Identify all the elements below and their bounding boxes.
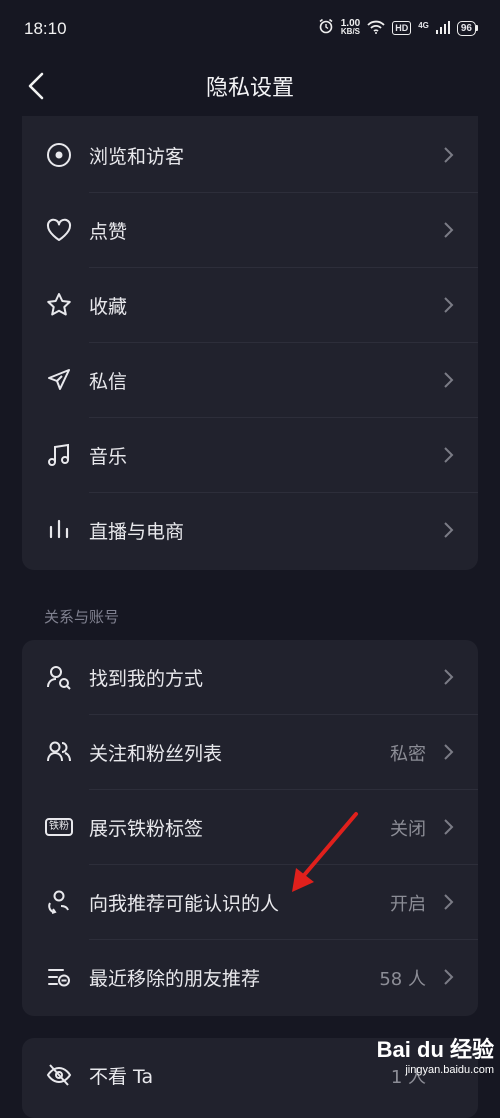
chevron-right-icon (444, 894, 454, 910)
row-label: 浏览和访客 (89, 146, 185, 168)
settings-row-likes[interactable]: 点赞 (22, 193, 478, 268)
send-icon (44, 365, 74, 395)
network-speed: 1.00 KB/S (340, 18, 361, 36)
chevron-right-icon (444, 819, 454, 835)
settings-row-messages[interactable]: 私信 (22, 343, 478, 418)
recommend-user-icon (44, 887, 74, 917)
status-icons: 1.00 KB/S HD 4G 96 (318, 18, 478, 38)
settings-row-find-me[interactable]: 找到我的方式 (22, 640, 478, 715)
settings-row-favorites[interactable]: 收藏 (22, 268, 478, 343)
find-user-icon (44, 662, 74, 692)
chevron-right-icon (444, 447, 454, 463)
row-value: 开启 (390, 894, 426, 915)
row-label: 向我推荐可能认识的人 (89, 893, 280, 915)
row-label: 点赞 (89, 221, 128, 243)
chevron-right-icon (444, 744, 454, 760)
wifi-icon (367, 19, 385, 38)
row-label: 私信 (89, 371, 128, 393)
chevron-right-icon (444, 297, 454, 313)
hd-badge: HD (392, 21, 412, 35)
star-icon (44, 290, 74, 320)
removed-list-icon (44, 962, 74, 992)
status-time: 18:10 (24, 19, 67, 38)
privacy-content-group: 浏览和访客 点赞 收藏 私信 音乐 直播与电商 (22, 116, 478, 570)
row-label: 不看 Ta (89, 1066, 154, 1088)
row-label: 直播与电商 (89, 521, 185, 543)
users-icon (44, 737, 74, 767)
signal-icon (435, 19, 450, 38)
eye-off-icon (44, 1060, 74, 1090)
fan-badge-icon: 铁粉 (44, 812, 74, 842)
row-value: 关闭 (390, 819, 426, 840)
settings-row-live-commerce[interactable]: 直播与电商 (22, 493, 478, 568)
alarm-icon (318, 18, 334, 38)
chevron-right-icon (444, 522, 454, 538)
settings-row-browse-visitors[interactable]: 浏览和访客 (22, 118, 478, 193)
settings-row-fan-badge[interactable]: 铁粉 展示铁粉标签 关闭 (22, 790, 478, 865)
network-type: 4G (418, 20, 429, 30)
settings-row-removed-recommendations[interactable]: 最近移除的朋友推荐 58 人 (22, 940, 478, 1015)
chevron-right-icon (444, 147, 454, 163)
nav-bar: 隐私设置 (0, 58, 500, 116)
live-bars-icon (44, 515, 74, 545)
row-value: 私密 (390, 744, 426, 765)
relations-account-group: 找到我的方式 关注和粉丝列表 私密 铁粉 展示铁粉标签 关闭 向我推荐可能认识的… (22, 640, 478, 1016)
row-label: 最近移除的朋友推荐 (89, 968, 261, 990)
section-title-relations: 关系与账号 (44, 608, 120, 626)
settings-row-recommend-people[interactable]: 向我推荐可能认识的人 开启 (22, 865, 478, 940)
settings-row-follow-fans-list[interactable]: 关注和粉丝列表 私密 (22, 715, 478, 790)
baidu-watermark: Bai du 经验 jingyan.baidu.com (377, 1032, 494, 1076)
heart-icon (44, 215, 74, 245)
chevron-right-icon (444, 222, 454, 238)
row-value: 58 人 (379, 969, 426, 990)
row-label: 关注和粉丝列表 (89, 743, 223, 765)
watermark-logo: Bai du 经验 (376, 1037, 494, 1062)
row-label: 找到我的方式 (89, 668, 204, 690)
chevron-right-icon (444, 669, 454, 685)
row-label: 展示铁粉标签 (89, 818, 204, 840)
row-label: 音乐 (89, 446, 128, 468)
watermark-url: jingyan.baidu.com (405, 1064, 494, 1076)
status-bar: 18:10 1.00 KB/S HD 4G 96 (0, 0, 500, 58)
row-label: 收藏 (89, 296, 128, 318)
settings-row-music[interactable]: 音乐 (22, 418, 478, 493)
battery-indicator: 96 (456, 20, 478, 36)
chevron-right-icon (444, 372, 454, 388)
eye-icon (44, 140, 74, 170)
music-note-icon (44, 440, 74, 470)
page-title: 隐私设置 (205, 76, 294, 101)
chevron-right-icon (444, 969, 454, 985)
